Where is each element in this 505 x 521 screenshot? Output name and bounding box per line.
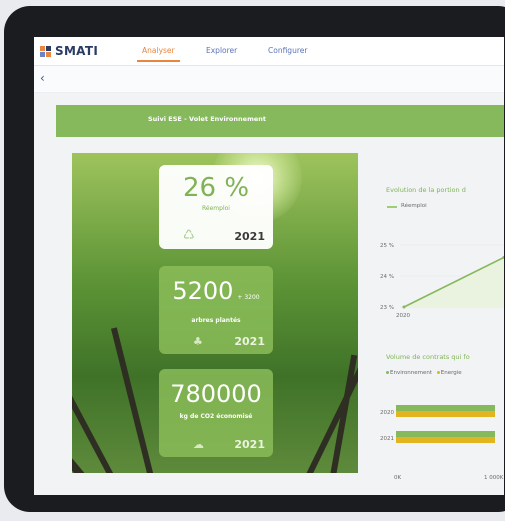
kpi-card-reemploi[interactable]: 26 % Réemploi ♺ 2021 xyxy=(159,165,273,249)
kpi-value: 5200 xyxy=(172,277,234,305)
dashboard-banner: Suivi ESE - Volet Environnement xyxy=(56,105,504,137)
logo-text: SMATI xyxy=(55,44,99,58)
tree-icon: ♣ xyxy=(193,335,203,348)
logo[interactable]: SMATI xyxy=(40,44,98,58)
app-screen: SMATI Analyser Explorer Configurer ‹ Sui… xyxy=(34,37,504,495)
kpi-label: arbres plantés xyxy=(191,317,241,324)
kpi-label: Réemploi xyxy=(202,205,230,212)
bar-2021-energie xyxy=(396,437,495,443)
x-tick-label: 1 000K xyxy=(484,475,504,481)
kpi-unit: + 3200 xyxy=(237,294,260,301)
bar-2020-environnement xyxy=(396,405,495,411)
legend-dot-environnement xyxy=(386,371,389,374)
kpi-year: 2021 xyxy=(234,335,265,348)
top-navigation-bar: SMATI Analyser Explorer Configurer xyxy=(34,37,504,66)
legend-label-environnement: Environnement xyxy=(390,370,432,376)
tab-analyser[interactable]: Analyser xyxy=(137,46,180,62)
line-chart[interactable]: 25 % 24 % 23 %2020 xyxy=(380,235,504,339)
line-legend-swatch xyxy=(387,206,397,208)
kpi-card-arbres[interactable]: 5200 + 3200 arbres plantés ♣ 2021 xyxy=(159,266,273,354)
forest-photo-panel: 26 % Réemploi ♺ 2021 5200 + 3200 arbres p… xyxy=(72,153,358,473)
dashboard-canvas: Suivi ESE - Volet Environnement 26 % Rée… xyxy=(34,93,504,495)
line-chart-title: Evolution de la portion d xyxy=(386,186,466,194)
x-tick-label: 0K xyxy=(394,475,401,481)
banner-title: Suivi ESE - Volet Environnement xyxy=(148,115,266,123)
y-tick-label: 23 % xyxy=(380,305,394,311)
tab-explorer[interactable]: Explorer xyxy=(206,46,237,55)
tree-trunk xyxy=(110,327,158,473)
y-tick-label: 24 % xyxy=(380,274,394,280)
kpi-label: kg de CO2 économisé xyxy=(179,413,253,420)
chevron-left-icon[interactable]: ‹ xyxy=(40,71,45,85)
sub-toolbar: ‹ xyxy=(34,66,504,93)
recycle-icon: ♺ xyxy=(183,228,195,243)
tree-trunk xyxy=(72,287,118,473)
kpi-value: 26 % xyxy=(182,173,250,203)
legend-dot-energie xyxy=(436,371,440,374)
kpi-year: 2021 xyxy=(234,230,265,243)
data-point xyxy=(402,305,406,309)
kpi-value: 780000 xyxy=(170,380,262,408)
bar-chart[interactable]: 2020 2021 0K 1 000K xyxy=(380,397,504,495)
bar-legend: Environnement Energie xyxy=(386,370,462,376)
bar-chart-title: Volume de contrats qui fo xyxy=(386,353,470,361)
line-legend-label: Réemploi xyxy=(401,203,427,209)
tree-trunk xyxy=(327,354,358,473)
x-tick-label: 2020 xyxy=(396,313,410,319)
legend-label-energie: Energie xyxy=(440,370,462,376)
kpi-card-co2[interactable]: 780000 kg de CO2 économisé ☁ 2021 xyxy=(159,369,273,457)
cloud-icon: ☁ xyxy=(193,438,204,451)
y-category-label: 2021 xyxy=(380,436,394,442)
bar-2020-energie xyxy=(396,411,495,417)
tab-configurer[interactable]: Configurer xyxy=(268,46,307,55)
logo-mark-icon xyxy=(40,45,51,57)
bar-2021-environnement xyxy=(396,431,495,437)
y-tick-label: 25 % xyxy=(380,243,394,249)
kpi-year: 2021 xyxy=(234,438,265,451)
y-category-label: 2020 xyxy=(380,410,394,416)
laptop-frame: SMATI Analyser Explorer Configurer ‹ Sui… xyxy=(4,6,505,512)
